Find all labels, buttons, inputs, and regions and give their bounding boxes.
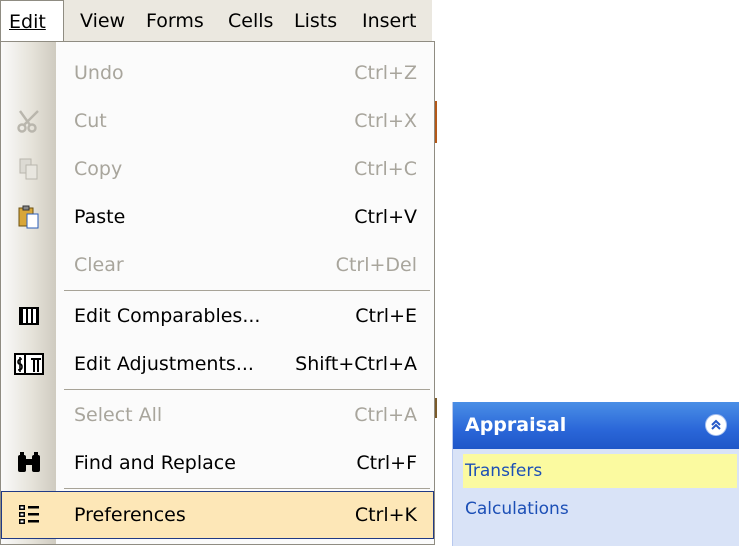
adjustments-icon xyxy=(13,353,44,375)
panel-title: Appraisal xyxy=(465,414,567,436)
menu-insert-label: Insert xyxy=(362,10,417,32)
cut-label: Cut xyxy=(74,110,107,132)
menu-separator xyxy=(64,488,430,489)
chevron-double-up-icon[interactable] xyxy=(705,414,727,436)
select-all-label: Select All xyxy=(74,404,163,426)
menu-item-edit-comparables[interactable]: Edit Comparables... Ctrl+E xyxy=(1,292,434,340)
menu-view[interactable]: View xyxy=(80,0,125,42)
menu-item-paste[interactable]: Paste Ctrl+V xyxy=(1,193,434,241)
menu-item-clear[interactable]: Clear Ctrl+Del xyxy=(1,241,434,289)
menu-bar: Edit View Forms Cells Lists Insert xyxy=(0,0,432,43)
menu-item-undo[interactable]: Undo Ctrl+Z xyxy=(1,49,434,97)
menu-separator xyxy=(64,290,430,291)
binoculars-icon xyxy=(1,439,56,487)
select-all-shortcut: Ctrl+A xyxy=(354,404,417,426)
menu-view-label: View xyxy=(80,10,126,32)
clear-label: Clear xyxy=(74,254,124,276)
menu-forms[interactable]: Forms xyxy=(146,0,204,42)
scissors-icon xyxy=(1,97,56,145)
edit-comparables-label: Edit Comparables... xyxy=(74,305,261,327)
appraisal-task-panel: Appraisal Transfers Calculations xyxy=(452,402,739,546)
menu-cells-label: Cells xyxy=(228,10,274,32)
find-replace-label: Find and Replace xyxy=(74,452,236,474)
background-fragment xyxy=(435,398,437,418)
menu-item-preferences[interactable]: Preferences Ctrl+K xyxy=(1,491,434,539)
menu-item-find-replace[interactable]: Find and Replace Ctrl+F xyxy=(1,439,434,487)
preferences-label: Preferences xyxy=(74,504,186,526)
edit-adjustments-shortcut: Shift+Ctrl+A xyxy=(295,353,417,375)
edit-menu-dropdown: Undo Ctrl+Z Cut Ctrl+X Copy Ctrl+C Paste… xyxy=(0,41,435,545)
menu-separator xyxy=(64,389,430,390)
menu-item-cut[interactable]: Cut Ctrl+X xyxy=(1,97,434,145)
menu-lists[interactable]: Lists xyxy=(294,0,337,42)
cut-shortcut: Ctrl+X xyxy=(354,110,417,132)
clipboard-icon xyxy=(1,193,56,241)
menu-edit[interactable]: Edit xyxy=(0,0,64,42)
edit-comparables-shortcut: Ctrl+E xyxy=(355,305,417,327)
menu-item-copy[interactable]: Copy Ctrl+C xyxy=(1,145,434,193)
find-replace-shortcut: Ctrl+F xyxy=(356,452,417,474)
menu-item-select-all[interactable]: Select All Ctrl+A xyxy=(1,391,434,439)
menu-edit-label: Edit xyxy=(9,11,46,33)
copy-shortcut: Ctrl+C xyxy=(354,158,417,180)
paste-label: Paste xyxy=(74,206,126,228)
panel-link-transfers[interactable]: Transfers xyxy=(463,454,737,488)
menu-insert[interactable]: Insert xyxy=(362,0,417,42)
edit-adjustments-label: Edit Adjustments... xyxy=(74,353,254,375)
grid-icon xyxy=(18,307,39,325)
list-icon xyxy=(1,491,56,539)
paste-shortcut: Ctrl+V xyxy=(354,206,417,228)
menu-lists-label: Lists xyxy=(294,10,338,32)
preferences-shortcut: Ctrl+K xyxy=(354,504,417,526)
background-fragment xyxy=(435,101,437,143)
menu-forms-label: Forms xyxy=(146,10,204,32)
copy-icon xyxy=(1,145,56,193)
clear-shortcut: Ctrl+Del xyxy=(335,254,417,276)
panel-link-calculations[interactable]: Calculations xyxy=(463,492,737,526)
undo-shortcut: Ctrl+Z xyxy=(354,62,417,84)
copy-label: Copy xyxy=(74,158,123,180)
undo-label: Undo xyxy=(74,62,124,84)
menu-cells[interactable]: Cells xyxy=(228,0,273,42)
panel-header[interactable]: Appraisal xyxy=(453,402,739,449)
menu-item-edit-adjustments[interactable]: Edit Adjustments... Shift+Ctrl+A xyxy=(1,340,434,388)
